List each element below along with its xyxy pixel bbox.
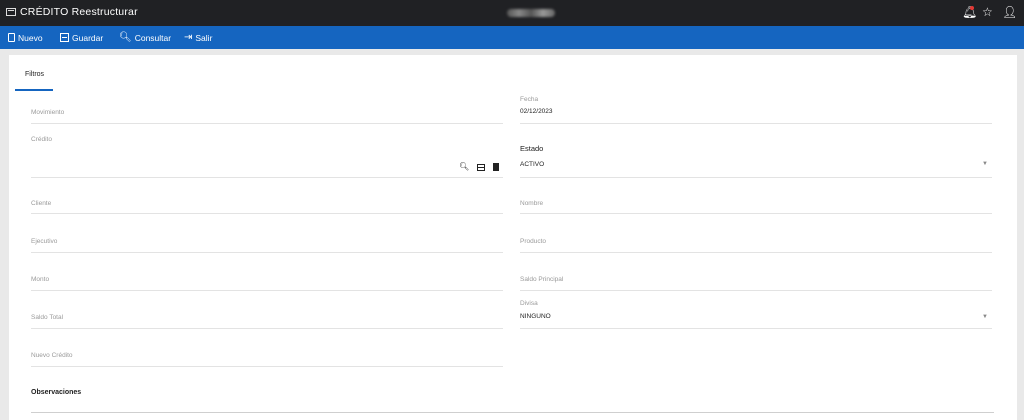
consultar-button[interactable]: 🔍︎ Consultar xyxy=(119,30,171,45)
ejecutivo-label: Ejecutivo xyxy=(31,238,58,245)
salir-label: Salir xyxy=(195,32,213,43)
estado-title: Estado xyxy=(520,144,544,153)
tab-indicator xyxy=(15,89,53,91)
save-icon xyxy=(60,33,69,42)
chevron-down-icon: ▼ xyxy=(982,161,988,167)
window-title: CRÉDITO Reestructurar xyxy=(20,6,138,18)
user-icon[interactable]: 👤︎ xyxy=(1002,5,1017,19)
window-icon xyxy=(6,8,16,16)
credito-field[interactable]: Crédito 🔍︎ xyxy=(31,135,503,179)
nuevo-label: Nuevo xyxy=(18,32,43,43)
observaciones-title: Observaciones xyxy=(31,389,82,396)
tab-filtros[interactable]: Filtros xyxy=(25,71,44,78)
credito-actions: 🔍︎ xyxy=(459,162,500,171)
movimiento-field[interactable]: Movimiento xyxy=(31,105,503,125)
observaciones-field[interactable] xyxy=(31,401,994,413)
new-document-icon xyxy=(8,33,15,42)
nombre-field[interactable]: Nombre xyxy=(520,197,992,217)
title-bar: CRÉDITO Reestructurar 🔔︎ ☆ 👤︎ xyxy=(0,0,1024,26)
guardar-button[interactable]: Guardar xyxy=(60,30,103,45)
producto-field[interactable]: Producto xyxy=(520,235,992,255)
nuevo-button[interactable]: Nuevo xyxy=(8,30,43,45)
saldo-principal-label: Saldo Principal xyxy=(520,276,564,283)
fecha-value: 02/12/2023 xyxy=(520,108,553,115)
fecha-label: Fecha xyxy=(520,96,539,103)
action-toolbar: Nuevo Guardar 🔍︎ Consultar ⇥ Salir xyxy=(0,26,1024,49)
producto-label: Producto xyxy=(520,238,547,245)
chevron-down-icon: ▼ xyxy=(982,314,988,320)
divisa-value: NINGUNO xyxy=(520,313,551,320)
form-panel: Filtros Movimiento Crédito 🔍︎ Cliente Ej… xyxy=(9,55,1017,420)
credito-label: Crédito xyxy=(31,136,52,143)
fecha-field[interactable]: Fecha 02/12/2023 xyxy=(520,95,992,125)
monto-label: Monto xyxy=(31,276,50,283)
table-icon[interactable] xyxy=(477,164,486,171)
cliente-label: Cliente xyxy=(31,200,52,207)
divisa-label: Divisa xyxy=(520,300,538,307)
consultar-label: Consultar xyxy=(134,32,172,43)
saldo-total-label: Saldo Total xyxy=(31,314,64,321)
search-icon[interactable]: 🔍︎ xyxy=(459,162,469,171)
nuevo-credito-label: Nuevo Crédito xyxy=(31,352,73,359)
nombre-label: Nombre xyxy=(520,200,544,207)
star-icon[interactable]: ☆ xyxy=(982,5,993,19)
exit-icon: ⇥ xyxy=(184,31,193,43)
monto-field[interactable]: Monto xyxy=(31,273,503,293)
estado-value: ACTIVO xyxy=(520,161,545,168)
nuevo-credito-field[interactable]: Nuevo Crédito xyxy=(31,349,503,369)
saldo-principal-field[interactable]: Saldo Principal xyxy=(520,273,992,293)
blurred-user-info xyxy=(507,9,555,17)
divisa-select[interactable]: Divisa NINGUNO ▼ xyxy=(520,299,992,331)
movimiento-label: Movimiento xyxy=(31,109,65,116)
document-icon[interactable] xyxy=(493,163,500,171)
estado-select[interactable]: ACTIVO ▼ xyxy=(520,159,992,179)
guardar-label: Guardar xyxy=(72,32,104,43)
ejecutivo-field[interactable]: Ejecutivo xyxy=(31,235,503,255)
salir-button[interactable]: ⇥ Salir xyxy=(184,30,212,45)
notification-dot xyxy=(970,6,974,10)
search-icon: 🔍︎ xyxy=(119,31,132,43)
cliente-field[interactable]: Cliente xyxy=(31,197,503,217)
saldo-total-field[interactable]: Saldo Total xyxy=(31,311,503,331)
